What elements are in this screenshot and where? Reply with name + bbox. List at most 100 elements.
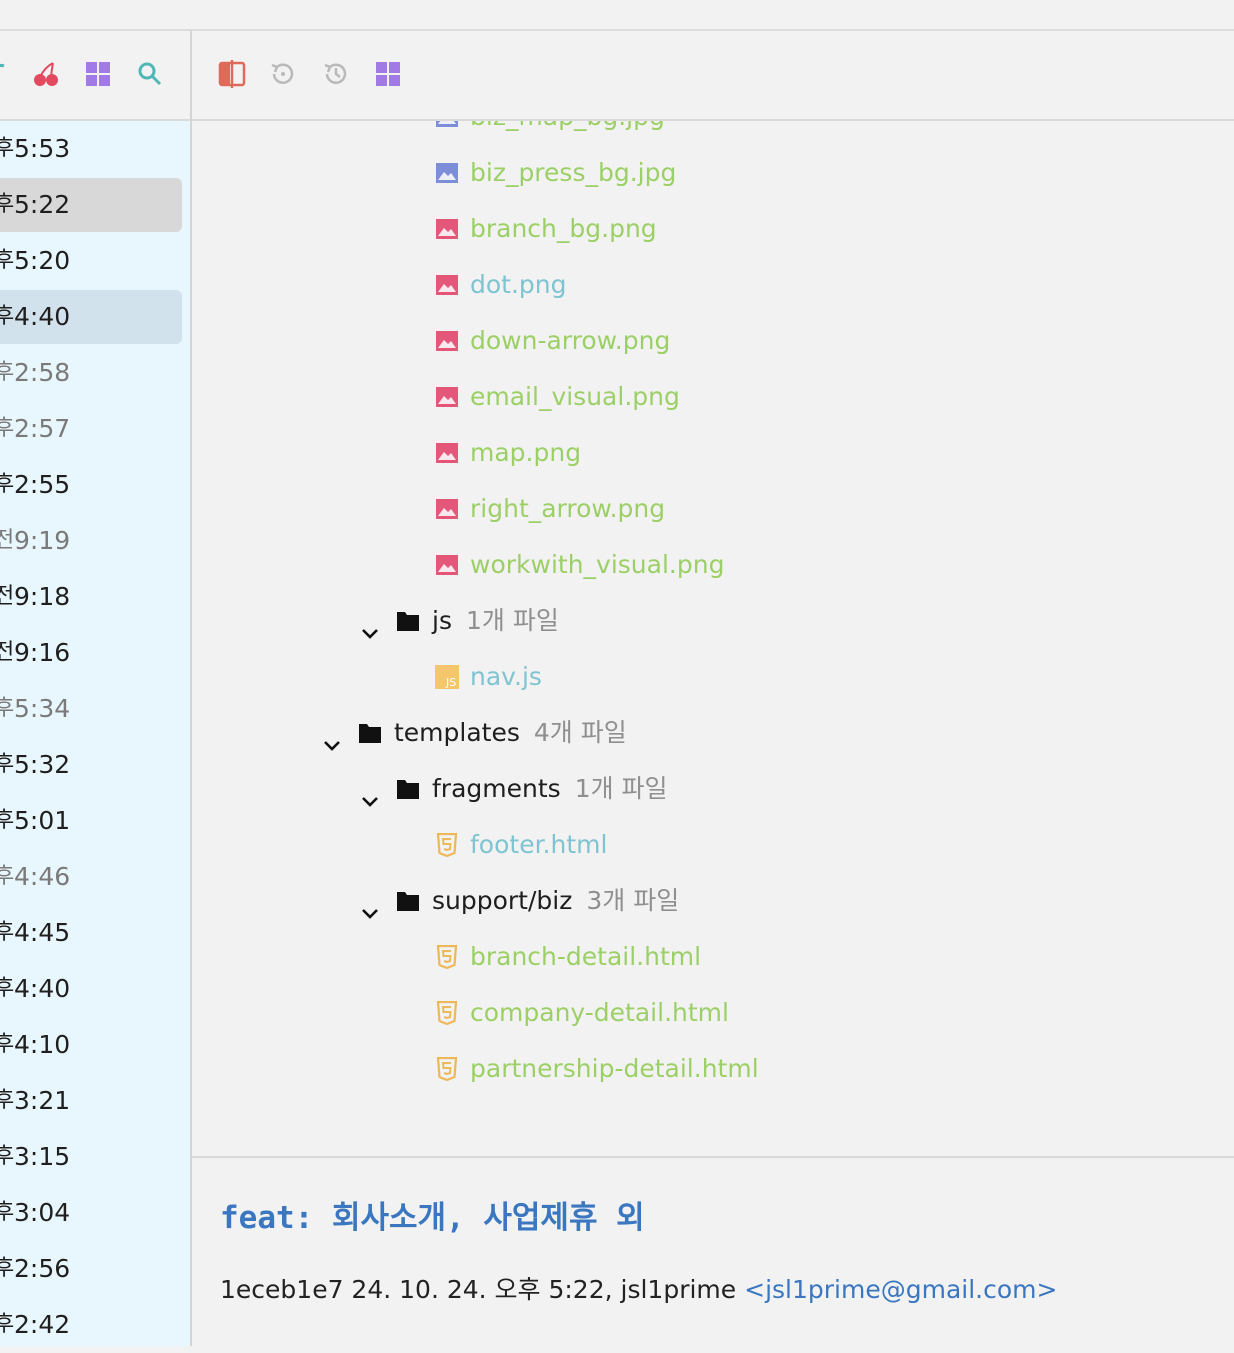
- commit-row[interactable]: 후 2:56: [0, 1241, 190, 1297]
- folder-icon: [358, 721, 382, 745]
- grid-icon[interactable]: [373, 59, 403, 89]
- commit-row[interactable]: 후 3:04: [0, 1185, 190, 1241]
- png-file-icon: [435, 385, 459, 409]
- js-file-icon: JS: [435, 665, 459, 689]
- commit-row[interactable]: 후 5:01: [0, 793, 190, 849]
- commit-row[interactable]: 전 9:19: [0, 513, 190, 569]
- commit-row[interactable]: 후 5:32: [0, 737, 190, 793]
- file-name: workwith_visual.png: [470, 550, 725, 579]
- file-name: dot.png: [470, 270, 567, 299]
- html-file-icon: [435, 833, 459, 857]
- commit-row[interactable]: 후 4:40: [0, 961, 190, 1017]
- refresh-icon[interactable]: [0, 59, 16, 89]
- commit-row[interactable]: 후 5:20: [0, 233, 190, 289]
- folder-icon: [396, 777, 420, 801]
- commit-time: 5:32: [14, 750, 71, 779]
- commit-row[interactable]: 후 5:22: [0, 177, 190, 233]
- commit-row[interactable]: 후 4:40: [0, 289, 190, 345]
- history-toolbar: [0, 31, 190, 121]
- commit-time: 3:21: [14, 1086, 71, 1115]
- commit-time: 5:53: [14, 134, 71, 163]
- commit-row[interactable]: 후 3:15: [0, 1129, 190, 1185]
- folder-label: js 1개 파일: [432, 593, 559, 649]
- commit-row[interactable]: 후 4:46: [0, 849, 190, 905]
- png-file-icon: [435, 329, 459, 353]
- png-file-icon: [435, 273, 459, 297]
- commit-time: 2:56: [14, 1254, 71, 1283]
- folder-label: templates 4개 파일: [394, 705, 627, 761]
- file-name: right_arrow.png: [470, 494, 666, 523]
- commit-time: 2:58: [14, 358, 71, 387]
- grid-icon[interactable]: [83, 59, 113, 89]
- file-count: 1개 파일: [465, 606, 559, 635]
- cherry-pick-icon[interactable]: [31, 59, 61, 89]
- revert-icon[interactable]: [268, 59, 298, 89]
- png-file-icon: [435, 497, 459, 521]
- folder-name: js: [432, 606, 452, 635]
- commit-row[interactable]: 후 5:34: [0, 681, 190, 737]
- file-name: company-detail.html: [470, 998, 729, 1027]
- file-count: 4개 파일: [533, 718, 627, 747]
- file-count: 3개 파일: [586, 886, 680, 915]
- html-file-icon: [435, 1001, 459, 1025]
- commit-time: 2:55: [14, 470, 71, 499]
- changed-files-tree: biz_map_bg.jpg biz_press_bg.jpg branch_bg.…: [192, 121, 1234, 1156]
- commit-time: 3:04: [14, 1198, 71, 1227]
- commit-row[interactable]: 후 2:57: [0, 401, 190, 457]
- commit-list: 후 5:53 후 5:22 후 5:20 후 4:40 후 2:58 후 2:57 후 2:55 전 9:19…: [0, 121, 190, 1353]
- commit-time: 5:34: [14, 694, 71, 723]
- folder-name: support/biz: [432, 886, 573, 915]
- detail-toolbar: [192, 31, 1234, 121]
- commit-time: 2:42: [14, 1310, 71, 1339]
- commit-row[interactable]: 후 2:42: [0, 1297, 190, 1353]
- commit-row[interactable]: 후 4:45: [0, 905, 190, 961]
- chevron-down-icon[interactable]: [358, 609, 382, 639]
- file-name: nav.js: [470, 662, 542, 691]
- commit-time: 9:16: [14, 638, 71, 667]
- commit-row[interactable]: 후 3:21: [0, 1073, 190, 1129]
- html-file-icon: [435, 1057, 459, 1081]
- commit-meta-text: 1eceb1e7 24. 10. 24. 오후 5:22, jsl1prime: [220, 1275, 745, 1304]
- file-name: branch-detail.html: [470, 942, 702, 971]
- commit-message-panel: feat: 회사소개, 사업제휴 외 1eceb1e7 24. 10. 24. …: [192, 1156, 1234, 1348]
- author-email-link[interactable]: <jsl1prime@gmail.com>: [744, 1275, 1057, 1304]
- file-name: email_visual.png: [470, 382, 680, 411]
- commit-row[interactable]: 후 2:55: [0, 457, 190, 513]
- commit-row[interactable]: 후 5:53: [0, 121, 190, 177]
- commit-row[interactable]: 전 9:16: [0, 625, 190, 681]
- commit-time: 2:57: [14, 414, 71, 443]
- commit-time: 4:45: [14, 918, 71, 947]
- folder-name: templates: [394, 718, 520, 747]
- folder-icon: [396, 889, 420, 913]
- commit-meta: 1eceb1e7 24. 10. 24. 오후 5:22, jsl1prime …: [220, 1270, 1057, 1306]
- chevron-down-icon[interactable]: [358, 889, 382, 919]
- file-count: 1개 파일: [574, 774, 668, 803]
- jpg-file-icon: [435, 161, 459, 185]
- commit-message-title: feat: 회사소개, 사업제휴 외: [220, 1200, 645, 1236]
- file-name: biz_map_bg.jpg: [470, 121, 665, 145]
- png-file-icon: [435, 553, 459, 577]
- commit-time: 9:19: [14, 526, 71, 555]
- folder-icon: [396, 609, 420, 633]
- commit-time: 4:40: [14, 974, 71, 1003]
- file-name: down-arrow.png: [470, 326, 671, 355]
- commit-row[interactable]: 전 9:18: [0, 569, 190, 625]
- jpg-file-icon: [435, 121, 459, 129]
- commit-history-panel: 후 5:53 후 5:22 후 5:20 후 4:40 후 2:58 후 2:57 후 2:55 전 9:19…: [0, 31, 192, 1346]
- search-icon[interactable]: [135, 59, 165, 89]
- history-icon[interactable]: [321, 59, 351, 89]
- svg-text:JS: JS: [445, 676, 456, 689]
- file-name: map.png: [470, 438, 582, 467]
- commit-row[interactable]: 후 2:58: [0, 345, 190, 401]
- commit-row[interactable]: 후 4:10: [0, 1017, 190, 1073]
- compare-icon[interactable]: [217, 59, 247, 89]
- commit-time: 5:20: [14, 246, 71, 275]
- commit-time: 4:46: [14, 862, 71, 891]
- html-file-icon: [435, 945, 459, 969]
- chevron-down-icon[interactable]: [320, 721, 344, 751]
- file-name: footer.html: [470, 830, 608, 859]
- window-top-bar: [0, 0, 1234, 31]
- commit-time: 5:22: [14, 190, 71, 219]
- commit-detail-panel: biz_map_bg.jpg biz_press_bg.jpg branch_bg.…: [192, 31, 1234, 1348]
- chevron-down-icon[interactable]: [358, 777, 382, 807]
